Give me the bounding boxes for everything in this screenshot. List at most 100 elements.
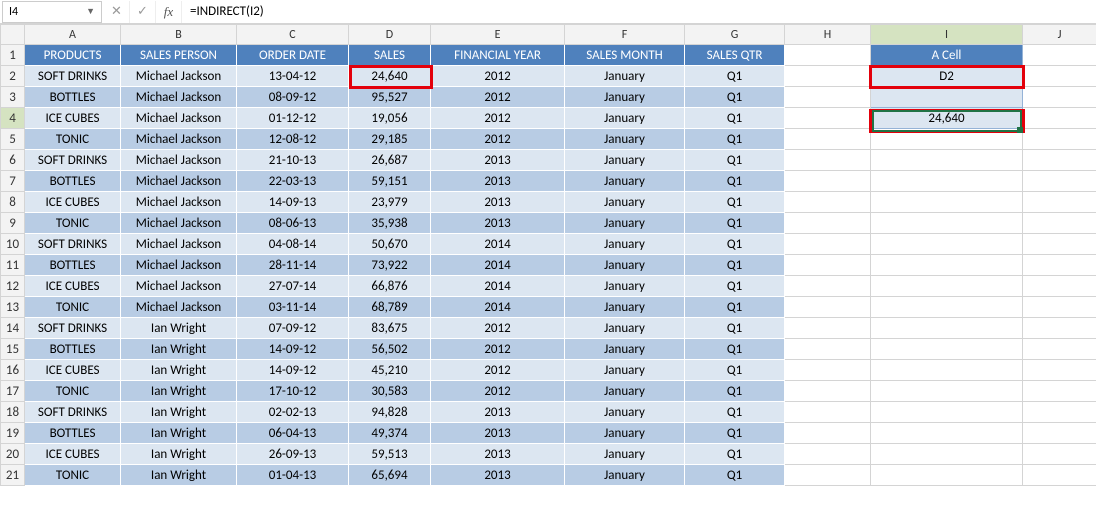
cell[interactable]: [785, 66, 871, 87]
cell[interactable]: 06-04-13: [237, 423, 349, 444]
cell[interactable]: SOFT DRINKS: [25, 66, 121, 87]
cell[interactable]: 95,527: [349, 87, 431, 108]
cell[interactable]: [1023, 192, 1096, 213]
cell[interactable]: January: [565, 171, 685, 192]
cell[interactable]: [871, 171, 1023, 192]
cell[interactable]: [785, 339, 871, 360]
cell[interactable]: 2012: [431, 129, 565, 150]
cell[interactable]: PRODUCTS: [25, 45, 121, 66]
cell[interactable]: BOTTLES: [25, 423, 121, 444]
cell[interactable]: BOTTLES: [25, 255, 121, 276]
cell[interactable]: 73,922: [349, 255, 431, 276]
cell[interactable]: Q1: [685, 234, 785, 255]
cell[interactable]: [1023, 297, 1096, 318]
cell[interactable]: 2014: [431, 297, 565, 318]
cell[interactable]: [1023, 423, 1096, 444]
cell[interactable]: 2014: [431, 234, 565, 255]
row-header[interactable]: 9: [1, 213, 25, 234]
cell[interactable]: BOTTLES: [25, 171, 121, 192]
cell[interactable]: January: [565, 297, 685, 318]
cell[interactable]: [871, 213, 1023, 234]
cell[interactable]: SOFT DRINKS: [25, 402, 121, 423]
row-header[interactable]: 4: [1, 108, 25, 129]
cell[interactable]: 26-09-13: [237, 444, 349, 465]
cell[interactable]: January: [565, 444, 685, 465]
cell[interactable]: January: [565, 213, 685, 234]
cell[interactable]: Q1: [685, 213, 785, 234]
cell[interactable]: 2012: [431, 360, 565, 381]
cell[interactable]: [871, 318, 1023, 339]
cell[interactable]: Michael Jackson: [121, 108, 237, 129]
cell[interactable]: 2012: [431, 66, 565, 87]
cell[interactable]: ICE CUBES: [25, 192, 121, 213]
cell[interactable]: Q1: [685, 444, 785, 465]
chevron-down-icon[interactable]: ▼: [86, 6, 95, 17]
cell[interactable]: 56,502: [349, 339, 431, 360]
row-header[interactable]: 5: [1, 129, 25, 150]
cell[interactable]: Q1: [685, 150, 785, 171]
cell[interactable]: 2013: [431, 192, 565, 213]
cell[interactable]: 45,210: [349, 360, 431, 381]
cell[interactable]: Michael Jackson: [121, 276, 237, 297]
cell[interactable]: 26,687: [349, 150, 431, 171]
cell[interactable]: January: [565, 129, 685, 150]
cell[interactable]: Q1: [685, 108, 785, 129]
cell[interactable]: 02-02-13: [237, 402, 349, 423]
cell[interactable]: 21-10-13: [237, 150, 349, 171]
cell[interactable]: Michael Jackson: [121, 66, 237, 87]
cell[interactable]: 07-09-12: [237, 318, 349, 339]
cell[interactable]: [871, 444, 1023, 465]
cell[interactable]: Ian Wright: [121, 423, 237, 444]
cell[interactable]: TONIC: [25, 297, 121, 318]
cell[interactable]: [785, 444, 871, 465]
cell[interactable]: Q1: [685, 360, 785, 381]
row-header[interactable]: 15: [1, 339, 25, 360]
cell[interactable]: January: [565, 87, 685, 108]
cell[interactable]: Q1: [685, 423, 785, 444]
cell[interactable]: 13-04-12: [237, 66, 349, 87]
cell[interactable]: Ian Wright: [121, 444, 237, 465]
cell[interactable]: Michael Jackson: [121, 297, 237, 318]
cell[interactable]: [785, 234, 871, 255]
cell[interactable]: 59,151: [349, 171, 431, 192]
cell[interactable]: 01-12-12: [237, 108, 349, 129]
cell[interactable]: ICE CUBES: [25, 108, 121, 129]
cell[interactable]: 50,670: [349, 234, 431, 255]
cell[interactable]: [871, 423, 1023, 444]
cell[interactable]: 94,828: [349, 402, 431, 423]
cell[interactable]: Q1: [685, 255, 785, 276]
row-header[interactable]: 16: [1, 360, 25, 381]
cell[interactable]: 24,640: [871, 108, 1023, 129]
row-header[interactable]: 8: [1, 192, 25, 213]
cell[interactable]: SALES QTR: [685, 45, 785, 66]
row-header[interactable]: 13: [1, 297, 25, 318]
cell[interactable]: January: [565, 255, 685, 276]
cell[interactable]: [1023, 276, 1096, 297]
row-header[interactable]: 7: [1, 171, 25, 192]
cell[interactable]: [785, 360, 871, 381]
cell[interactable]: 29,185: [349, 129, 431, 150]
cell[interactable]: [1023, 171, 1096, 192]
cell[interactable]: [871, 87, 1023, 108]
cell[interactable]: Q1: [685, 129, 785, 150]
cell[interactable]: TONIC: [25, 213, 121, 234]
cell[interactable]: SALES: [349, 45, 431, 66]
cell[interactable]: SALES PERSON: [121, 45, 237, 66]
cell[interactable]: January: [565, 381, 685, 402]
cell[interactable]: 24,640: [349, 66, 431, 87]
cell[interactable]: [785, 171, 871, 192]
cell[interactable]: 14-09-12: [237, 360, 349, 381]
cell[interactable]: 01-04-13: [237, 465, 349, 486]
cell[interactable]: SOFT DRINKS: [25, 234, 121, 255]
cell[interactable]: Q1: [685, 66, 785, 87]
cell[interactable]: [785, 87, 871, 108]
cell[interactable]: Ian Wright: [121, 402, 237, 423]
cell[interactable]: 2014: [431, 255, 565, 276]
cell[interactable]: 83,675: [349, 318, 431, 339]
cell[interactable]: [785, 297, 871, 318]
cell[interactable]: Q1: [685, 339, 785, 360]
cell[interactable]: 68,789: [349, 297, 431, 318]
row-header[interactable]: 3: [1, 87, 25, 108]
cell[interactable]: TONIC: [25, 129, 121, 150]
cell[interactable]: Ian Wright: [121, 381, 237, 402]
